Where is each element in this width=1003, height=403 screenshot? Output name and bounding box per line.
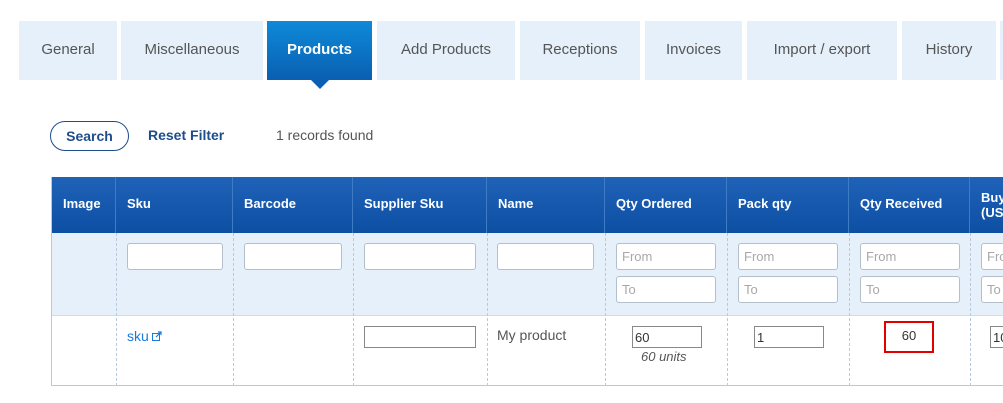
tab-miscellaneous[interactable]: Miscellaneous xyxy=(121,21,263,80)
column-header-supplier-sku[interactable]: Supplier Sku xyxy=(353,177,487,233)
reset-filter-link[interactable]: Reset Filter xyxy=(148,127,224,143)
tab-history[interactable]: History xyxy=(902,21,996,80)
buy-price-input[interactable] xyxy=(990,326,1003,348)
table-row: sku My product 60 units 60 xyxy=(52,315,1003,385)
column-divider xyxy=(849,233,850,385)
column-divider xyxy=(116,233,117,385)
column-header-qty-received[interactable]: Qty Received xyxy=(849,177,970,233)
tab-products[interactable]: Products xyxy=(267,21,372,89)
buy-price-to-input[interactable] xyxy=(981,276,1003,303)
pack-qty-from-input[interactable] xyxy=(738,243,838,270)
qty-ordered-to-input[interactable] xyxy=(616,276,716,303)
sku-link[interactable]: sku xyxy=(127,328,162,344)
column-header-pack-qty[interactable]: Pack qty xyxy=(727,177,849,233)
tab-add-products[interactable]: Add Products xyxy=(377,21,515,80)
pack-qty-input[interactable] xyxy=(754,326,824,348)
search-button[interactable]: Search xyxy=(50,121,129,151)
barcode-filter-input[interactable] xyxy=(244,243,342,270)
column-header-buy-price[interactable]: Buy (US xyxy=(970,177,1003,233)
tab-invoices[interactable]: Invoices xyxy=(645,21,742,80)
pack-qty-to-input[interactable] xyxy=(738,276,838,303)
tab-receptions[interactable]: Receptions xyxy=(520,21,640,80)
tab-general[interactable]: General xyxy=(19,21,117,80)
name-filter-input[interactable] xyxy=(497,243,594,270)
filter-row xyxy=(52,233,1003,315)
external-link-icon xyxy=(151,328,162,344)
qty-received-to-input[interactable] xyxy=(860,276,960,303)
grid-header: Image Sku Barcode Supplier Sku Name Qty … xyxy=(52,177,1003,233)
sku-link-text: sku xyxy=(127,328,149,344)
column-divider xyxy=(605,233,606,385)
column-header-name[interactable]: Name xyxy=(487,177,605,233)
column-divider xyxy=(970,233,971,385)
products-grid: Image Sku Barcode Supplier Sku Name Qty … xyxy=(51,177,1003,386)
qty-received-value: 60 xyxy=(884,321,934,353)
sku-filter-input[interactable] xyxy=(127,243,223,270)
supplier-sku-input[interactable] xyxy=(364,326,476,348)
buy-price-from-input[interactable] xyxy=(981,243,1003,270)
column-header-barcode[interactable]: Barcode xyxy=(233,177,353,233)
qty-ordered-units: 60 units xyxy=(641,349,687,364)
tab-bar: General Miscellaneous Products Add Produ… xyxy=(19,21,1003,89)
column-divider xyxy=(727,233,728,385)
column-divider xyxy=(353,233,354,385)
column-header-sku[interactable]: Sku xyxy=(116,177,233,233)
tab-products-label: Products xyxy=(286,41,352,58)
column-divider xyxy=(487,233,488,385)
column-header-qty-ordered[interactable]: Qty Ordered xyxy=(605,177,727,233)
qty-ordered-from-input[interactable] xyxy=(616,243,716,270)
column-header-image[interactable]: Image xyxy=(52,177,116,233)
qty-received-from-input[interactable] xyxy=(860,243,960,270)
product-name: My product xyxy=(497,327,567,343)
qty-ordered-input[interactable] xyxy=(632,326,702,348)
supplier-sku-filter-input[interactable] xyxy=(364,243,476,270)
records-count: 1 records found xyxy=(276,127,374,143)
tab-import-export[interactable]: Import / export xyxy=(747,21,897,80)
column-divider xyxy=(233,233,234,385)
active-tab-arrow xyxy=(310,80,329,89)
